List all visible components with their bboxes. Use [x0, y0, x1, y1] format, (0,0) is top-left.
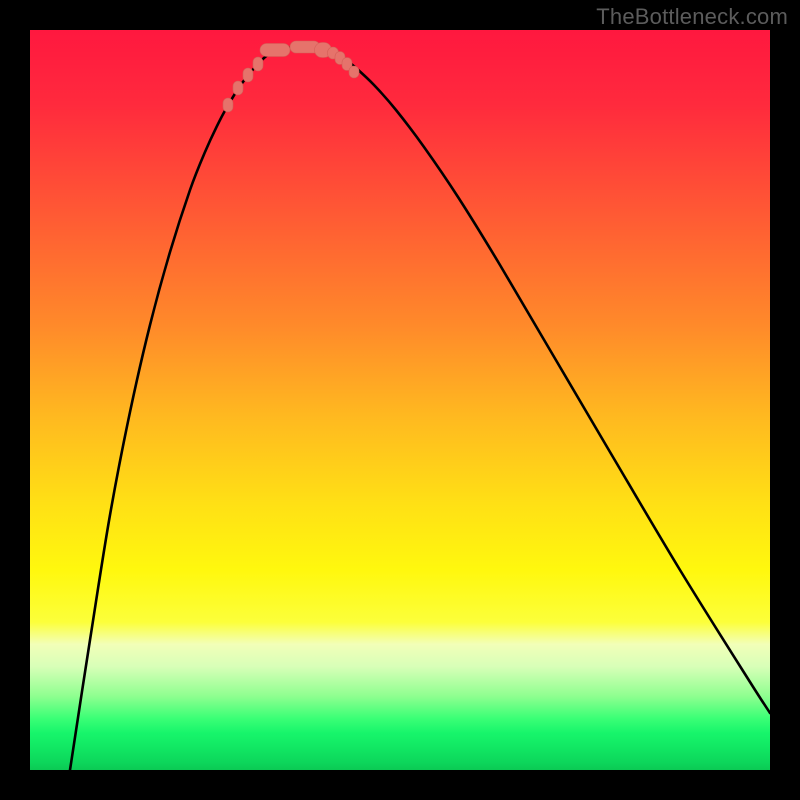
- curve-marker: [349, 66, 359, 78]
- chart-frame: [30, 30, 770, 770]
- curve-markers: [223, 41, 359, 112]
- curve-marker: [243, 68, 253, 82]
- watermark-text: TheBottleneck.com: [596, 4, 788, 30]
- bottleneck-curve: [70, 47, 770, 770]
- curve-marker: [253, 57, 263, 71]
- curve-marker: [260, 44, 290, 57]
- curve-marker: [223, 98, 233, 112]
- curve-marker: [233, 81, 243, 95]
- chart-svg: [30, 30, 770, 770]
